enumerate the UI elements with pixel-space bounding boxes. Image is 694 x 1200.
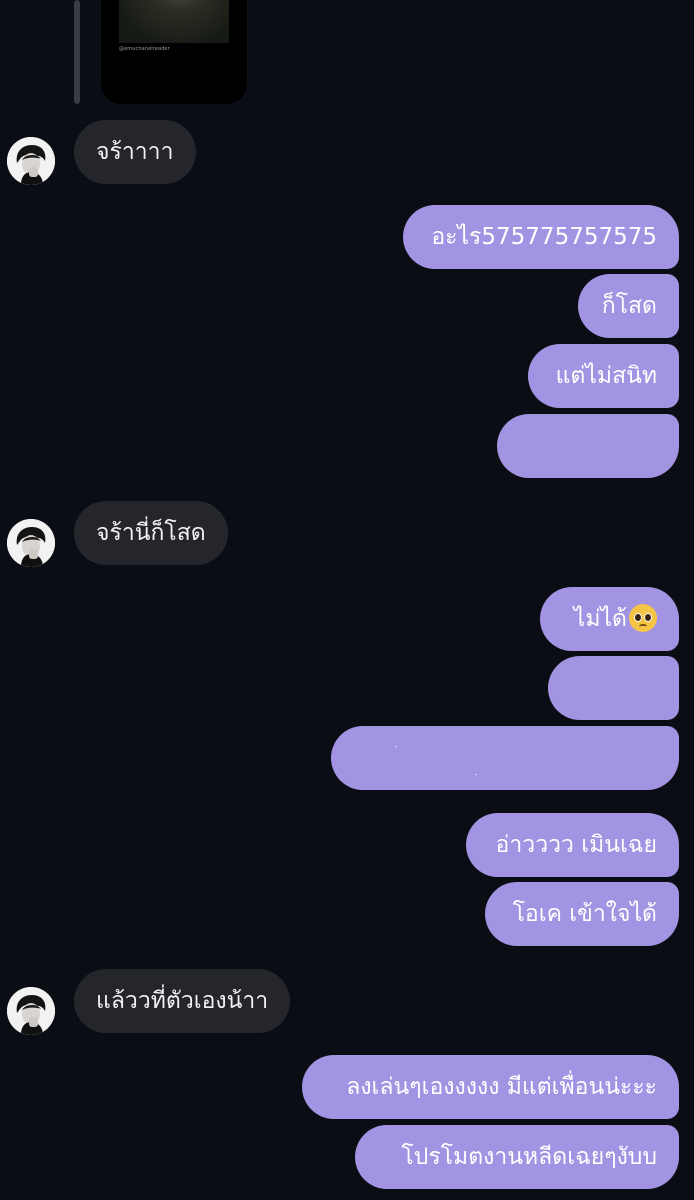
reply-indicator-bar bbox=[74, 0, 80, 104]
outgoing-message-redacted[interactable] bbox=[497, 414, 679, 478]
outgoing-message[interactable]: ลงเล่นๆเองงงงง มีแต่เพื่อนน่ะะะ bbox=[302, 1055, 679, 1119]
media-thumbnail bbox=[119, 0, 229, 43]
outgoing-message[interactable]: โอเค เข้าใจได้ bbox=[485, 882, 679, 946]
outgoing-message[interactable]: ไม่ได้ bbox=[540, 587, 679, 651]
outgoing-message-redacted[interactable] bbox=[331, 726, 679, 790]
incoming-message[interactable]: จร้านี่ก็โสด bbox=[74, 501, 228, 565]
shared-media-preview[interactable]: @emuchanelreader bbox=[101, 0, 247, 104]
outgoing-message[interactable]: ก็โสด bbox=[578, 274, 679, 338]
incoming-message[interactable]: จร้าาาา bbox=[74, 120, 196, 184]
outgoing-message[interactable]: โปรโมตงานหลีดเฉยๆงับบ bbox=[355, 1125, 679, 1189]
outgoing-message-text: ไม่ได้ bbox=[573, 606, 627, 632]
pixel-speck bbox=[395, 746, 397, 747]
contact-avatar[interactable] bbox=[7, 137, 55, 185]
incoming-message[interactable]: แล้ววที่ตัวเองน้าา bbox=[74, 969, 291, 1033]
outgoing-message[interactable]: แต่ไม่สนิท bbox=[528, 344, 679, 408]
media-caption: @emuchanelreader bbox=[119, 46, 170, 52]
chat-thread: @emuchanelreader จร้าาาา อะไร57577575757… bbox=[0, 0, 694, 1200]
contact-avatar[interactable] bbox=[7, 987, 55, 1035]
pixel-speck bbox=[475, 774, 477, 775]
outgoing-message[interactable]: อ่าวววว เมินเฉย bbox=[466, 813, 679, 877]
pleading-face-emoji-icon bbox=[629, 603, 657, 632]
outgoing-message-redacted[interactable] bbox=[548, 656, 679, 720]
contact-avatar[interactable] bbox=[7, 519, 55, 567]
outgoing-message[interactable]: อะไร575775757575 bbox=[403, 205, 679, 269]
